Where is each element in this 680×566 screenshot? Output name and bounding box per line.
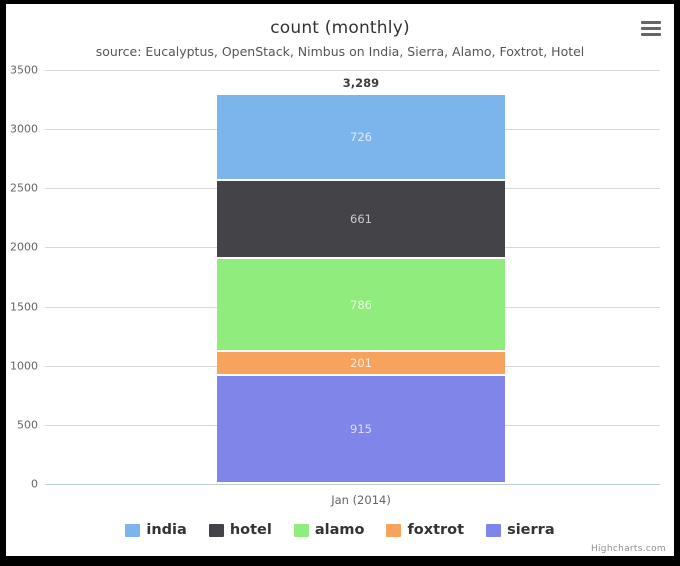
bar-segment-india[interactable]: 726 xyxy=(217,94,505,181)
gridline-0 xyxy=(45,484,660,485)
y-tick-0: 0 xyxy=(31,477,38,491)
legend: india hotel alamo foxtrot sierra xyxy=(6,522,674,538)
credits-link[interactable]: Highcharts.com xyxy=(591,544,666,554)
y-tick-2500: 2500 xyxy=(10,181,38,195)
legend-label-hotel: hotel xyxy=(229,522,272,538)
legend-swatch-alamo xyxy=(293,523,309,537)
stack-total-label: 3,289 xyxy=(342,75,380,90)
legend-swatch-india xyxy=(125,523,141,537)
bar-segment-label-india: 726 xyxy=(350,129,372,144)
legend-swatch-hotel xyxy=(208,523,224,537)
legend-label-alamo: alamo xyxy=(314,522,365,538)
bar-segment-label-hotel: 661 xyxy=(350,211,372,226)
legend-label-sierra: sierra xyxy=(507,522,555,538)
legend-swatch-sierra xyxy=(486,523,502,537)
bar-segment-alamo[interactable]: 786 xyxy=(217,259,505,352)
legend-item-sierra[interactable]: sierra xyxy=(486,522,555,538)
legend-item-alamo[interactable]: alamo xyxy=(293,522,365,538)
y-tick-1000: 1000 xyxy=(10,359,38,373)
bar-segment-foxtrot[interactable]: 201 xyxy=(217,351,505,376)
chart-container: count (monthly) source: Eucalyptus, Open… xyxy=(6,4,674,556)
bar-segment-label-foxtrot: 201 xyxy=(350,355,372,370)
legend-swatch-foxtrot xyxy=(386,523,402,537)
legend-item-india[interactable]: india xyxy=(125,522,187,538)
bar-segment-label-alamo: 786 xyxy=(350,297,372,312)
y-tick-2000: 2000 xyxy=(10,240,38,254)
legend-item-foxtrot[interactable]: foxtrot xyxy=(386,522,464,538)
bar-segment-label-sierra: 915 xyxy=(350,421,372,436)
x-axis-category-label: Jan (2014) xyxy=(331,493,391,507)
bar-segment-sierra[interactable]: 915 xyxy=(217,375,505,484)
y-tick-3500: 3500 xyxy=(10,63,38,77)
y-tick-500: 500 xyxy=(17,418,38,432)
legend-label-foxtrot: foxtrot xyxy=(407,522,465,538)
bar-segment-hotel[interactable]: 661 xyxy=(217,180,505,259)
legend-label-india: india xyxy=(146,522,187,538)
plot-area: 3500 3000 2500 2000 1500 1000 500 0 915 201 786 66… xyxy=(6,4,674,556)
y-tick-1500: 1500 xyxy=(10,300,38,314)
y-tick-3000: 3000 xyxy=(10,122,38,136)
legend-item-hotel[interactable]: hotel xyxy=(208,522,272,538)
